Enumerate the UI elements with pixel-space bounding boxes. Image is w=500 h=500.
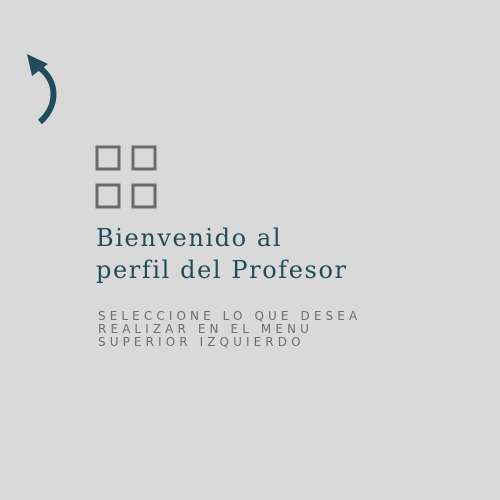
welcome-heading-line-1: Bienvenido al	[96, 224, 283, 252]
instruction-text: SELECCIONE LO QUE DESEA REALIZAR EN EL M…	[98, 310, 458, 349]
curved-arrow-up-left-icon	[27, 54, 57, 125]
grid-menu-icon	[95, 145, 157, 209]
welcome-heading: Bienvenido al perfil del Profesor	[96, 222, 476, 286]
instruction-line-3: SUPERIOR IZQUIERDO	[98, 335, 305, 349]
welcome-heading-line-2: perfil del Profesor	[96, 256, 348, 284]
